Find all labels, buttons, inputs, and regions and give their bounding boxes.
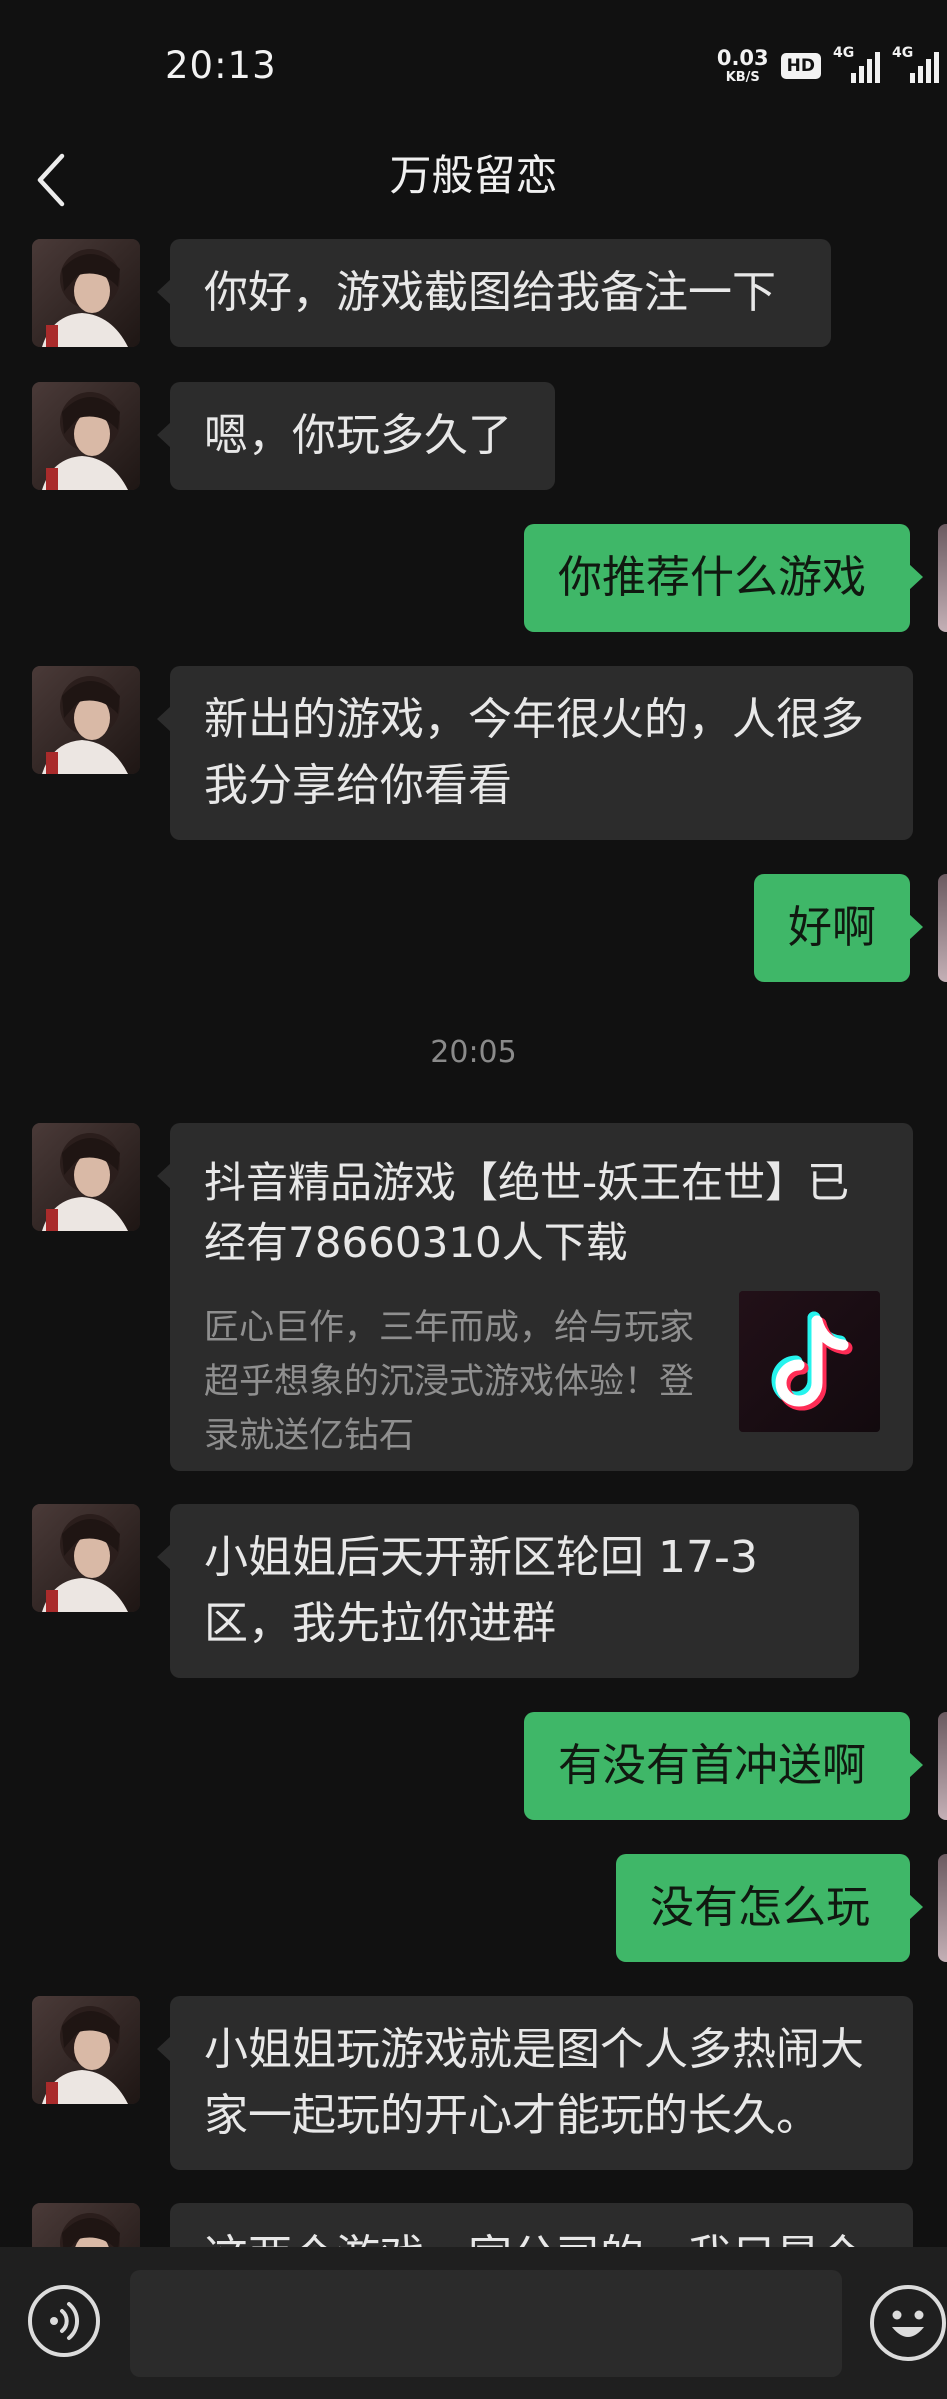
message-timestamp: 20:05	[430, 1035, 517, 1070]
shared-game-card[interactable]: 抖音精品游戏【绝世-妖王在世】已经有78660310人下载 匠心巨作，三年而成，…	[157, 1123, 913, 1471]
chat-title: 万般留恋	[389, 151, 558, 200]
message-bubble-outgoing[interactable]: 有没有首冲送啊	[524, 1712, 923, 1820]
input-bar	[0, 2247, 947, 2399]
message-bubble-outgoing[interactable]: 你推荐什么游戏	[524, 524, 923, 632]
contact-avatar[interactable]	[32, 1123, 140, 1231]
message-bubble-outgoing[interactable]: 好啊	[754, 874, 923, 982]
message-bubble-incoming[interactable]: 小姐姐玩游戏就是图个人多热闹大家一起玩的开心才能玩的长久。	[157, 1996, 913, 2170]
message-bubble-incoming[interactable]: 你好，游戏截图给我备注一下	[157, 239, 831, 347]
self-avatar[interactable]	[938, 1854, 947, 1962]
voice-icon	[50, 2302, 80, 2340]
signal-label: 4G	[833, 45, 855, 61]
contact-avatar[interactable]	[32, 1504, 140, 1612]
contact-avatar[interactable]	[32, 666, 140, 774]
voice-button[interactable]	[28, 2285, 100, 2357]
status-bar: 20:13 0.03 KB/S HD 4G 4G	[0, 0, 947, 130]
self-avatar[interactable]	[938, 874, 947, 982]
card-title: 抖音精品游戏【绝世-妖王在世】已经有78660310人下载	[204, 1158, 850, 1267]
partial-message-row: 这两个游戏一家公司的，我只是个	[0, 2203, 947, 2247]
message-bubble-incoming[interactable]: 新出的游戏，今年很火的，人很多我分享给你看看	[157, 666, 913, 840]
emoji-icon	[892, 2310, 924, 2337]
status-icons: 0.03 KB/S HD 4G 4G	[716, 45, 939, 86]
message-bubble-incoming[interactable]: 小姐姐后天开新区轮回 17-3 区，我先拉你进群	[157, 1504, 859, 1678]
contact-avatar[interactable]	[32, 2203, 140, 2247]
hd-voice-icon: HD	[780, 53, 821, 79]
net-speed-unit: KB/S	[725, 70, 760, 85]
signal-icon: 4G	[833, 45, 880, 83]
signal-label-2: 4G	[892, 45, 914, 61]
contact-avatar[interactable]	[32, 1996, 140, 2104]
net-speed: 0.03 KB/S	[716, 46, 769, 85]
card-description: 匠心巨作，三年而成，给与玩家超乎想象的沉浸式游戏体验！登录就送亿钻石	[204, 1308, 695, 1456]
tiktok-logo-icon	[739, 1291, 880, 1432]
self-avatar[interactable]	[938, 524, 947, 632]
message-bubble-incoming[interactable]: 这两个游戏一家公司的，我只是个	[170, 2203, 913, 2247]
message-bubble-outgoing[interactable]: 没有怎么玩	[616, 1854, 923, 1962]
chat-header: 万般留恋	[0, 130, 947, 240]
self-avatar[interactable]	[938, 1712, 947, 1820]
message-bubble-incoming[interactable]: 嗯，你玩多久了	[157, 382, 555, 490]
emoji-button[interactable]	[870, 2285, 946, 2361]
contact-avatar[interactable]	[32, 239, 140, 347]
message-input[interactable]	[130, 2270, 842, 2377]
contact-avatar[interactable]	[32, 382, 140, 490]
net-speed-value: 0.03	[716, 46, 769, 70]
status-time: 20:13	[165, 44, 277, 87]
signal-icon-2: 4G	[892, 45, 939, 83]
